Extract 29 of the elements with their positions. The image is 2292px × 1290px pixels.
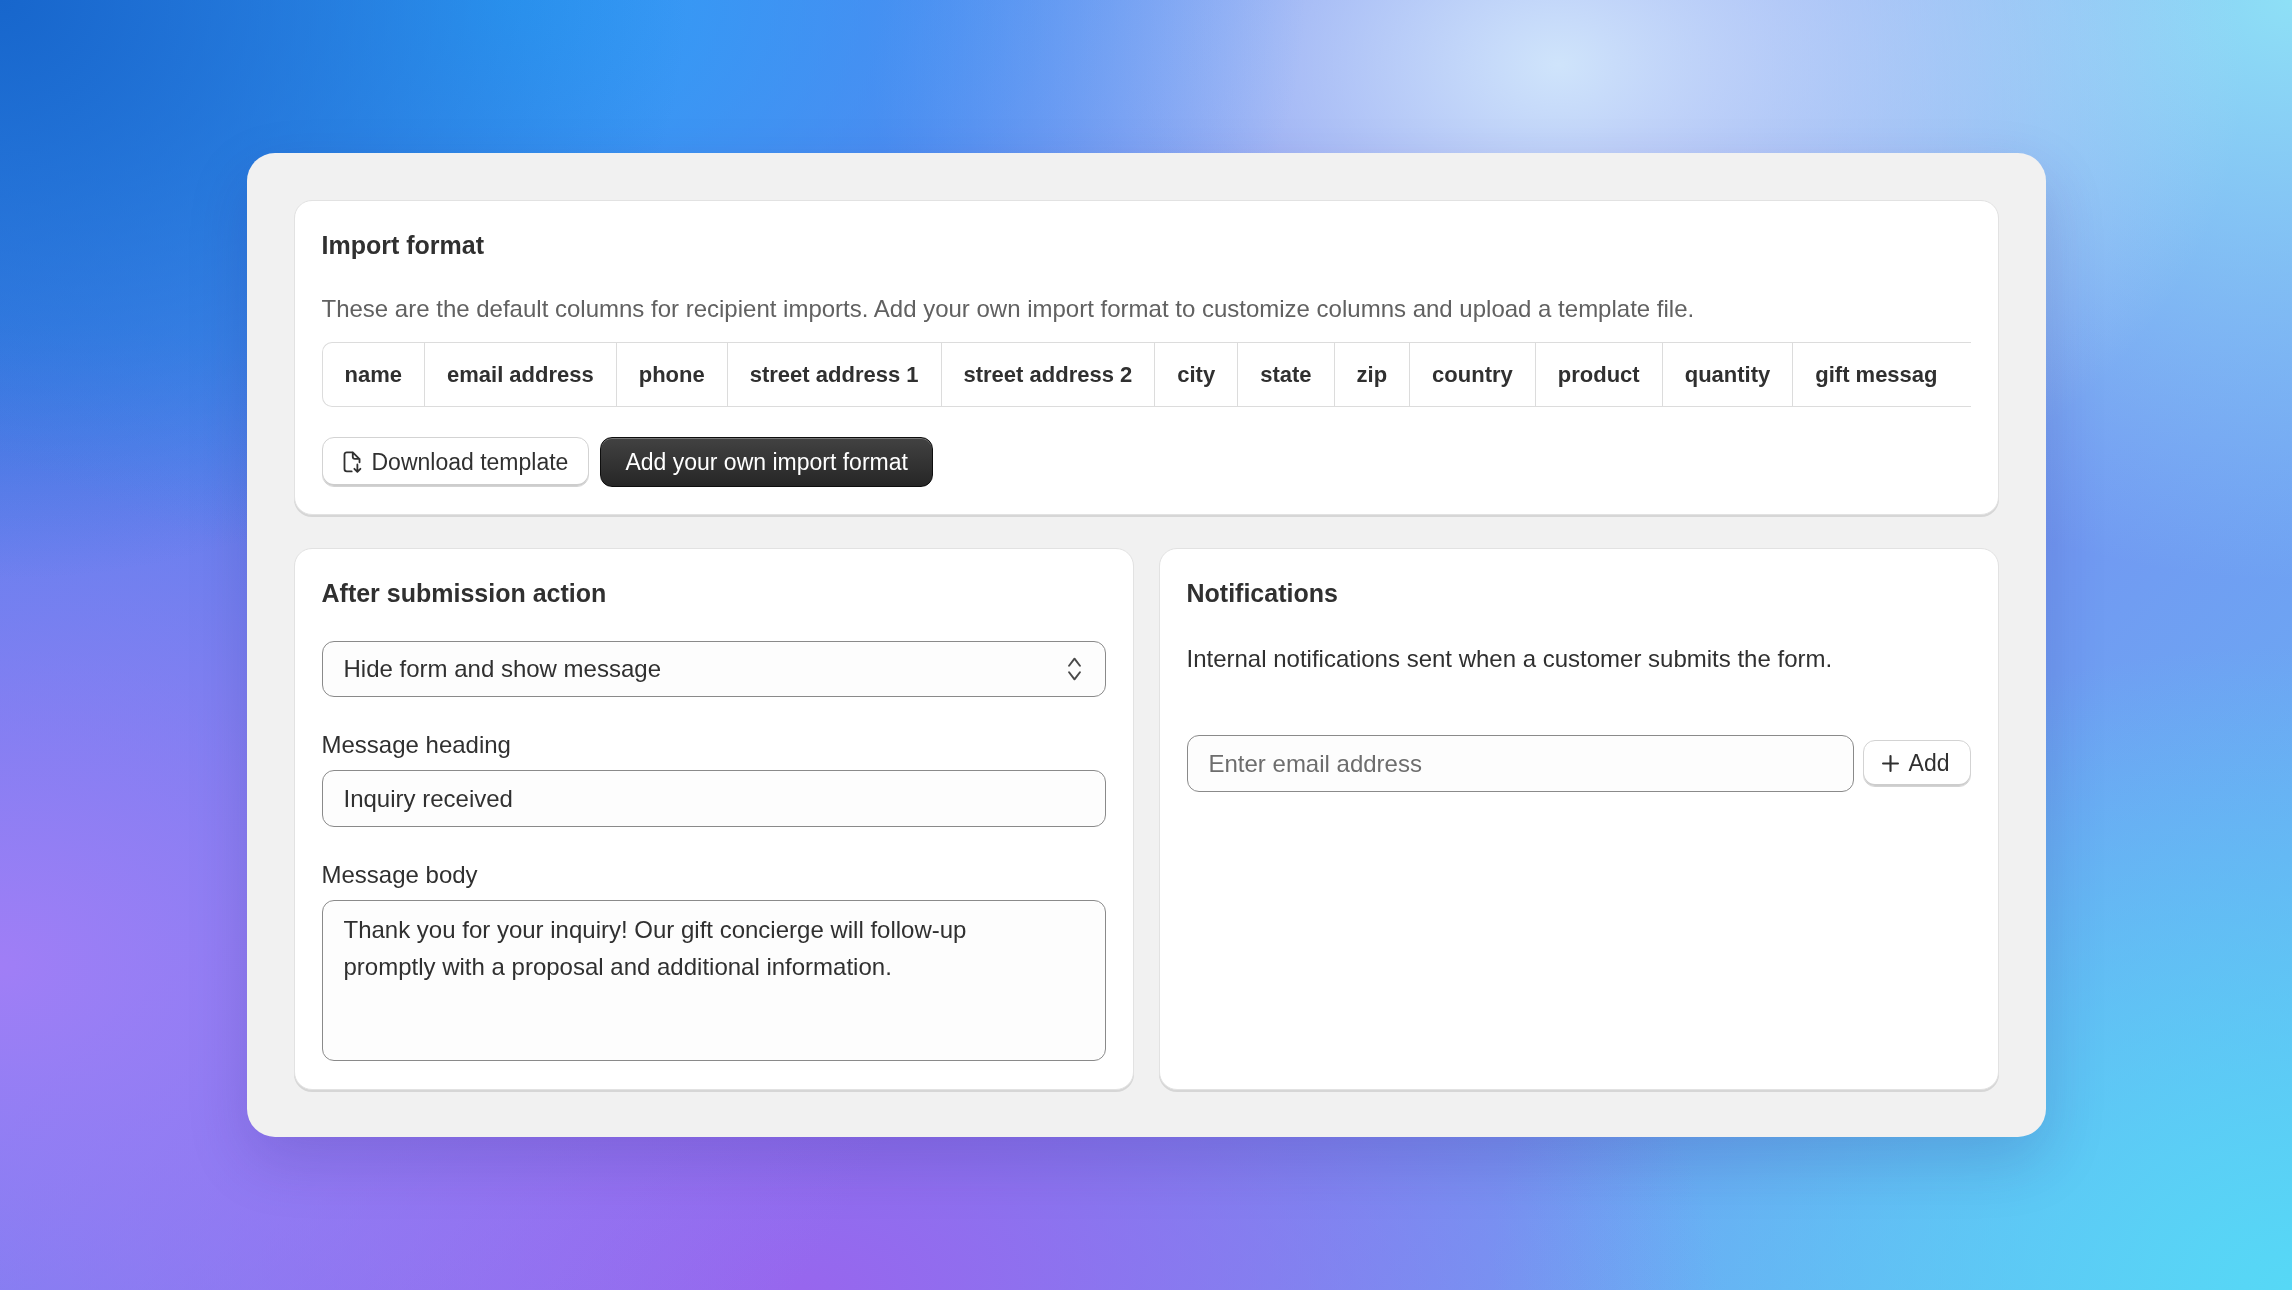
column-header: country [1410, 343, 1536, 406]
column-header: city [1155, 343, 1239, 406]
column-header: email address [425, 343, 617, 406]
column-header: zip [1334, 343, 1411, 406]
card-heading: Notifications [1186, 578, 1339, 609]
plus-icon [1881, 755, 1899, 772]
column-header: product [1535, 343, 1663, 406]
add-import-format-button[interactable]: Add your own import format [600, 437, 933, 487]
card-heading: After submission action [321, 578, 608, 609]
card-description: Internal notifications sent when a customer submits the form. [1186, 644, 1834, 674]
action-select[interactable]: Hide form and show message [321, 641, 1106, 697]
column-header: street address 1 [727, 343, 942, 406]
card-description: These are the default columns for recipient imports. Add your own import format to customize columns and upload a template file. [321, 294, 1696, 324]
up-down-chevron-icon [1067, 657, 1081, 681]
column-header: quantity [1662, 343, 1794, 406]
card-heading: Import format [321, 230, 485, 261]
column-header: gift messag [1814, 360, 1939, 389]
column-header: phone [616, 343, 728, 406]
column-header: state [1238, 343, 1335, 406]
message-textarea[interactable]: Thank you for your inquiry! Our gift concierge will follow-up promptly with a proposal and additional information. [321, 900, 1106, 1061]
field-label: Message heading [321, 730, 512, 760]
heading-input[interactable]: Inquiry received [321, 770, 1106, 827]
file-download-icon [342, 451, 362, 473]
email-input[interactable]: Enter email address [1186, 735, 1854, 792]
column-header: name [322, 343, 425, 406]
field-label: Message body [321, 860, 479, 890]
download-template-button[interactable]: Download template [321, 437, 590, 487]
add-button[interactable]: Add [1862, 740, 1971, 787]
column-header: street address 2 [941, 343, 1156, 406]
